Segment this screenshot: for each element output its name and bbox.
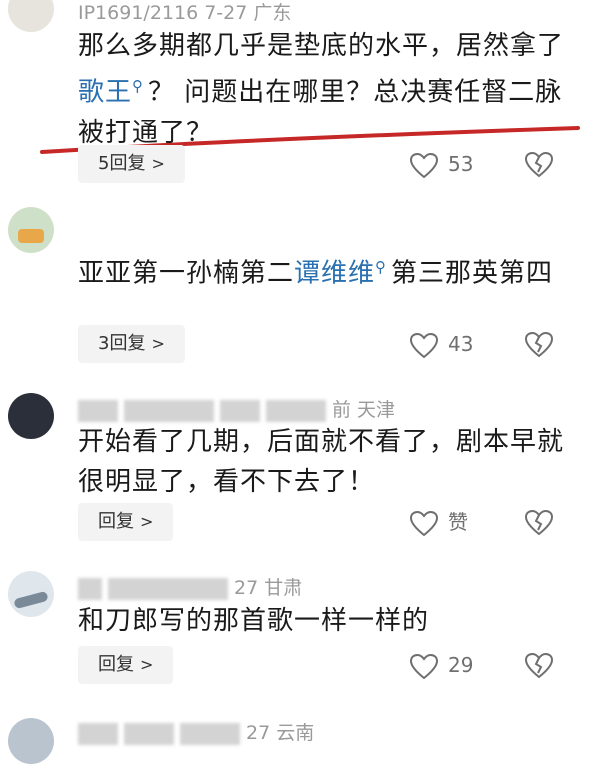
broken-heart-icon [524,331,554,357]
chevron-right-icon: > [151,334,165,353]
like-count: 赞 [448,510,468,534]
reply-label: 回复 [98,511,134,532]
avatar[interactable] [8,393,54,439]
like-button[interactable]: 53 [409,145,474,183]
redacted-username [78,722,118,745]
avatar[interactable] [8,0,54,32]
comment-body: 亚亚第一孙楠第二谭维维⚲ 第三那英第四 [78,247,582,294]
broken-heart-icon [524,652,554,678]
like-button[interactable]: 43 [409,325,474,363]
search-link[interactable]: 谭维维 [294,259,375,289]
dislike-button[interactable] [524,646,554,684]
chevron-right-icon: > [140,655,154,674]
redacted-username [220,399,260,422]
reply-button[interactable]: 回复 > [78,646,174,684]
avatar[interactable] [8,207,54,253]
broken-heart-icon [524,151,554,177]
comment-meta: 前 天津 [78,395,395,422]
like-count: 53 [448,152,474,176]
reply-button[interactable]: 回复 > [78,503,174,541]
comment-text: 亚亚第一孙楠第二 [78,258,295,289]
like-count: 29 [448,653,474,677]
comment-meta-text: 27 云南 [246,722,315,744]
redacted-username [108,577,228,600]
comment-meta-text: 前 天津 [332,399,396,421]
avatar[interactable] [8,571,54,617]
heart-outline-icon [409,332,439,358]
comment-body: 那么多期都几乎是垫底的水平，居然拿了歌王⚲？ 问题出在哪里？总决赛任督二脉被打通… [78,26,582,153]
heart-outline-icon [409,152,439,178]
comment-meta: IP1691/2116 7-27 广东 [78,2,292,24]
reply-label: 回复 [98,654,134,675]
comment-meta: 27 甘肃 [78,573,302,600]
heart-outline-icon [409,510,439,536]
dislike-button[interactable] [524,145,554,183]
comment-text: 那么多期都几乎是垫底的水平，居然拿了 [78,31,565,61]
redacted-username [180,722,240,745]
like-button[interactable]: 赞 [409,503,468,541]
chevron-right-icon: > [140,512,154,531]
dislike-button[interactable] [524,325,554,363]
reply-button[interactable]: 5回复 > [78,145,185,183]
comment-meta-text: 27 甘肃 [234,577,303,599]
redacted-username [78,399,118,422]
search-icon[interactable]: ⚲ [132,77,144,95]
redacted-username [124,399,214,422]
redacted-username [78,577,102,600]
comment-text: ？ 问题出在哪里？总决赛任督二脉被打通了？ [78,77,563,148]
reply-label: 5回复 [98,153,146,174]
comment-meta: 27 云南 [78,718,314,745]
search-icon[interactable]: ⚲ [375,258,387,276]
like-count: 43 [448,332,474,356]
heart-outline-icon [409,653,439,679]
reply-label: 3回复 [98,333,146,354]
broken-heart-icon [524,509,554,535]
reply-button[interactable]: 3回复 > [78,325,185,363]
redacted-username [266,399,326,422]
comment-body: 和刀郎写的那首歌一样一样的 [78,606,430,636]
dislike-button[interactable] [524,503,554,541]
redacted-username [124,722,174,745]
chevron-right-icon: > [151,154,165,173]
avatar[interactable] [8,718,54,764]
comment-body: 开始看了几期，后面就不看了，剧本早就很明显了，看不下去了！ [78,427,565,497]
search-link[interactable]: 歌王 [78,78,132,108]
comment-text: 第三那英第四 [391,258,554,289]
like-button[interactable]: 29 [409,646,474,684]
